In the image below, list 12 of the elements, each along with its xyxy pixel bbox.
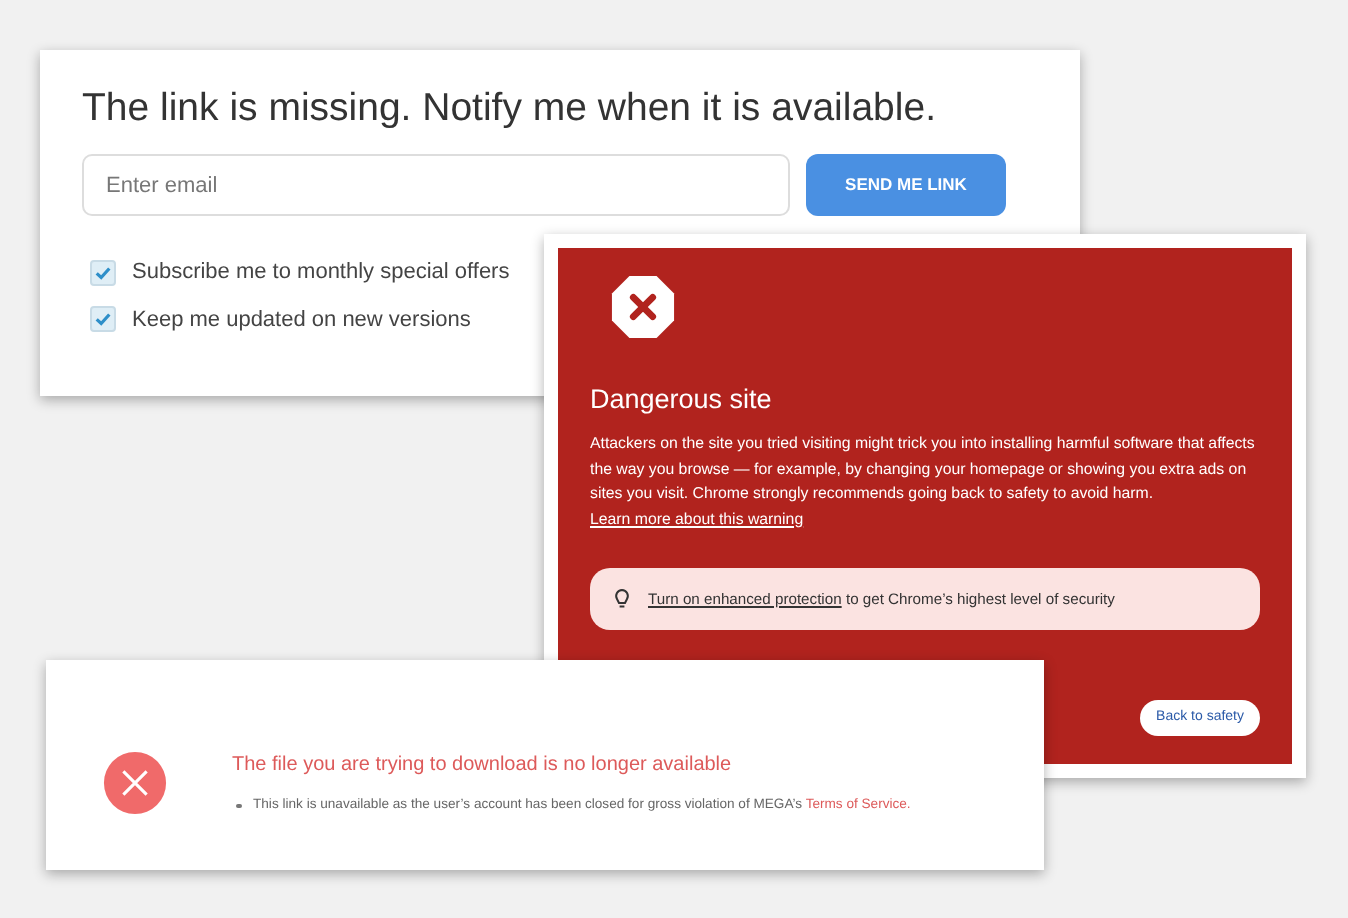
checkbox-label: Subscribe me to monthly special offers [132, 258, 510, 288]
checkbox[interactable] [90, 259, 116, 286]
lightbulb-icon [614, 588, 630, 611]
checkbox[interactable] [90, 306, 116, 333]
bullet-icon [236, 803, 241, 809]
checkbox-label: Keep me updated on new versions [132, 305, 471, 335]
email-field[interactable]: Enter email [82, 154, 790, 216]
warning-title: Dangerous site [590, 382, 774, 418]
card-title: The link is missing. Notify me when it is available. [82, 84, 938, 134]
error-icon [102, 750, 168, 816]
error-title: The file you are trying to download is no longer available [232, 751, 734, 780]
blocked-icon [610, 274, 676, 340]
